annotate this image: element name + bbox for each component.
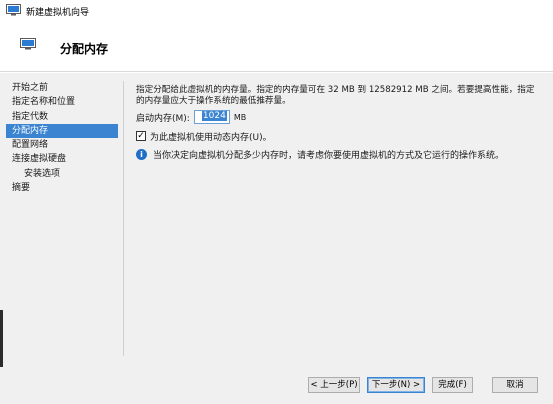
title-bar: 新建虚拟机向导 bbox=[0, 0, 553, 22]
memory-info-row: i 当你决定向虚拟机分配多少内存时，请考虑你要使用虚拟机的方式及它运行的操作系统… bbox=[136, 147, 504, 161]
dynamic-memory-checkbox[interactable]: ✓ bbox=[136, 131, 146, 141]
startup-memory-unit: MB bbox=[233, 112, 247, 122]
next-button[interactable]: 下一步(N) > bbox=[367, 377, 425, 393]
page-title: 分配内存 bbox=[60, 42, 109, 56]
nav-item-connect-virtual-disk[interactable]: 连接虚拟硬盘 bbox=[6, 152, 118, 166]
wizard-body: 开始之前 指定名称和位置 指定代数 分配内存 配置网络 连接虚拟硬盘 安装选项 … bbox=[0, 73, 553, 367]
wizard-header: 分配内存 bbox=[0, 22, 553, 72]
nav-item-summary[interactable]: 摘要 bbox=[6, 181, 118, 195]
nav-item-generation[interactable]: 指定代数 bbox=[6, 110, 118, 124]
cancel-button[interactable]: 取消 bbox=[492, 377, 538, 393]
startup-memory-row: 启动内存(M): 1024 MB bbox=[136, 109, 246, 125]
hyperv-wizard-icon bbox=[6, 4, 21, 16]
memory-description: 指定分配给此虚拟机的内存量。指定的内存量可在 32 MB 到 12582912 … bbox=[136, 85, 535, 106]
step-navigation: 开始之前 指定名称和位置 指定代数 分配内存 配置网络 连接虚拟硬盘 安装选项 … bbox=[6, 81, 118, 195]
previous-button[interactable]: < 上一步(P) bbox=[308, 377, 360, 393]
dynamic-memory-row: ✓ 为此虚拟机使用动态内存(U)。 bbox=[136, 129, 272, 143]
nav-item-before-you-begin[interactable]: 开始之前 bbox=[6, 81, 118, 95]
memory-settings-panel: 指定分配给此虚拟机的内存量。指定的内存量可在 32 MB 到 12582912 … bbox=[136, 85, 546, 161]
memory-page-icon bbox=[20, 38, 36, 50]
nav-item-installation-options[interactable]: 安装选项 bbox=[6, 167, 118, 181]
dynamic-memory-label[interactable]: 为此虚拟机使用动态内存(U)。 bbox=[150, 130, 272, 143]
nav-divider bbox=[123, 81, 124, 356]
startup-memory-label: 启动内存(M): bbox=[136, 113, 190, 124]
finish-button[interactable]: 完成(F) bbox=[432, 377, 473, 393]
nav-item-configure-networking[interactable]: 配置网络 bbox=[6, 138, 118, 152]
info-icon: i bbox=[136, 148, 147, 160]
nav-item-name-and-location[interactable]: 指定名称和位置 bbox=[6, 95, 118, 109]
startup-memory-value: 1024 bbox=[201, 111, 227, 121]
nav-item-assign-memory[interactable]: 分配内存 bbox=[6, 123, 118, 138]
background-window-edge bbox=[0, 310, 3, 370]
window-title: 新建虚拟机向导 bbox=[26, 8, 90, 18]
wizard-footer: < 上一步(P) 下一步(N) > 完成(F) 取消 bbox=[0, 367, 553, 404]
memory-info-text: 当你决定向虚拟机分配多少内存时，请考虑你要使用虚拟机的方式及它运行的操作系统。 bbox=[153, 150, 505, 161]
checkmark-icon: ✓ bbox=[137, 130, 145, 141]
startup-memory-input[interactable]: 1024 bbox=[193, 110, 230, 124]
